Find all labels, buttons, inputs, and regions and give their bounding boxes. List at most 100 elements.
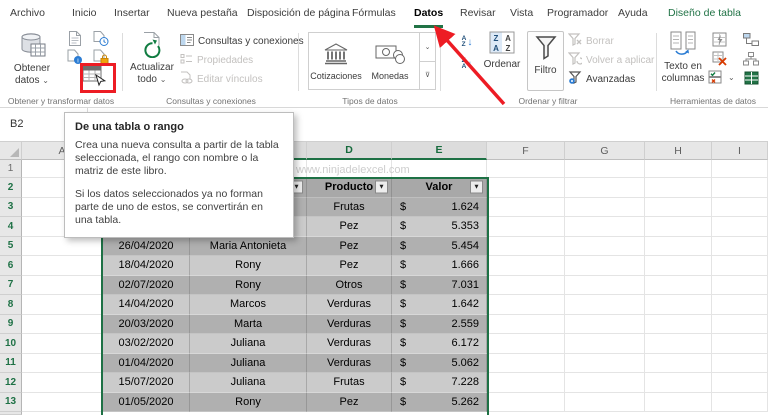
cell[interactable] [565,178,645,198]
advanced-filter-button[interactable]: Avanzadas [568,71,635,87]
cell-value[interactable]: $2.559 [392,314,487,334]
cell[interactable] [565,295,645,315]
tab-programador[interactable]: Programador [547,7,608,23]
cell[interactable] [487,217,565,237]
tab-datos[interactable]: Datos [414,7,444,28]
cell[interactable] [307,160,392,178]
column-header-d[interactable]: D [307,142,392,160]
manage-data-model-button[interactable] [742,70,760,88]
cell-value[interactable]: $1.642 [392,295,487,315]
cell[interactable] [487,392,565,412]
cell-value[interactable]: $5.353 [392,217,487,237]
cell-date[interactable]: 20/03/2020 [103,314,190,334]
properties-button[interactable]: Propiedades [180,52,253,68]
row-header[interactable]: 7 [0,275,22,295]
filter-dropdown-icon[interactable]: ▾ [470,180,483,194]
cell-product[interactable]: Pez [307,217,392,237]
cell[interactable] [712,314,768,334]
from-text-csv-button[interactable] [66,31,84,49]
clear-filter-button[interactable]: Borrar [567,33,614,49]
cell[interactable] [22,334,103,354]
cell-product[interactable]: Pez [307,392,392,412]
cell-seller[interactable]: Maria Antonieta [190,236,307,256]
remove-duplicates-button[interactable] [710,51,728,69]
sort-button[interactable]: Z A A Z Ordenar [480,31,524,71]
row-header[interactable]: 1 [0,160,22,178]
tab-formulas[interactable]: Fórmulas [352,7,396,23]
cell[interactable] [712,353,768,373]
cell[interactable] [487,373,565,393]
cell[interactable] [487,314,565,334]
cell[interactable] [712,275,768,295]
recent-sources-button[interactable] [92,31,110,49]
cell-value[interactable]: $7.228 [392,373,487,393]
cell[interactable] [712,373,768,393]
tab-inicio[interactable]: Inicio [72,7,97,23]
cell[interactable] [645,295,712,315]
filter-dropdown-icon[interactable]: ▾ [375,180,388,194]
consolidate-button[interactable] [742,51,760,69]
column-header-h[interactable]: H [645,142,712,160]
cell[interactable] [645,178,712,198]
cell[interactable] [565,236,645,256]
cell-value[interactable]: $5.062 [392,353,487,373]
tab-insertar[interactable]: Insertar [114,7,150,23]
cell[interactable] [712,392,768,412]
row-header[interactable]: 3 [0,197,22,217]
cell[interactable] [22,373,103,393]
cell[interactable] [487,334,565,354]
cell[interactable] [645,353,712,373]
tab-ayuda[interactable]: Ayuda [618,7,648,23]
cell[interactable] [712,256,768,276]
relationships-button[interactable] [742,32,760,50]
data-validation-button[interactable]: ⌄ [708,70,735,86]
cell[interactable] [645,392,712,412]
cell-date[interactable]: 02/07/2020 [103,275,190,295]
cell[interactable] [712,178,768,198]
cell[interactable] [22,236,103,256]
tab-archivo[interactable]: Archivo [10,7,45,23]
cell-value[interactable]: $7.031 [392,275,487,295]
cell[interactable] [22,275,103,295]
row-header[interactable]: 2 [0,178,22,198]
cell-seller[interactable]: Rony [190,256,307,276]
row-header[interactable]: 12 [0,373,22,393]
cell[interactable] [487,197,565,217]
text-to-columns-button[interactable]: Texto en columnas [658,31,708,85]
tab-diseno-de-tabla[interactable]: Diseño de tabla [668,7,741,23]
cell-date[interactable]: 18/04/2020 [103,256,190,276]
tab-vista[interactable]: Vista [510,7,533,23]
tab-disposicion[interactable]: Disposición de página [247,7,350,23]
cell-product[interactable]: Frutas [307,197,392,217]
cell-value[interactable]: $1.624 [392,197,487,217]
gallery-more-button[interactable]: ⊽ [420,60,435,90]
cell-product[interactable]: Frutas [307,373,392,393]
cell[interactable] [645,275,712,295]
cell-product[interactable]: Otros [307,275,392,295]
cell[interactable] [565,373,645,393]
cell[interactable] [22,314,103,334]
cell-date[interactable]: 01/05/2020 [103,392,190,412]
cell-date[interactable]: 26/04/2020 [103,236,190,256]
tab-revisar[interactable]: Revisar [460,7,496,23]
row-header[interactable]: 5 [0,236,22,256]
cell-value[interactable]: $1.666 [392,256,487,276]
edit-links-button[interactable]: Editar vínculos [180,71,263,87]
gallery-down-button[interactable]: ⌄ [420,33,435,61]
cell-product[interactable]: Verduras [307,295,392,315]
sort-za-button[interactable]: Z A ↓ [456,55,478,73]
cell[interactable] [645,334,712,354]
sort-az-button[interactable]: A Z ↓ [456,33,478,51]
cell[interactable] [565,353,645,373]
cell[interactable] [645,160,712,178]
row-header[interactable]: 9 [0,314,22,334]
row-header[interactable]: 13 [0,392,22,412]
cell[interactable] [565,334,645,354]
cell[interactable] [392,160,487,178]
cell[interactable] [645,217,712,237]
cell-product[interactable]: Verduras [307,314,392,334]
cell-value[interactable]: $5.454 [392,236,487,256]
from-table-range-button[interactable] [82,65,107,86]
flash-fill-button[interactable] [710,32,728,50]
row-header[interactable]: 11 [0,353,22,373]
